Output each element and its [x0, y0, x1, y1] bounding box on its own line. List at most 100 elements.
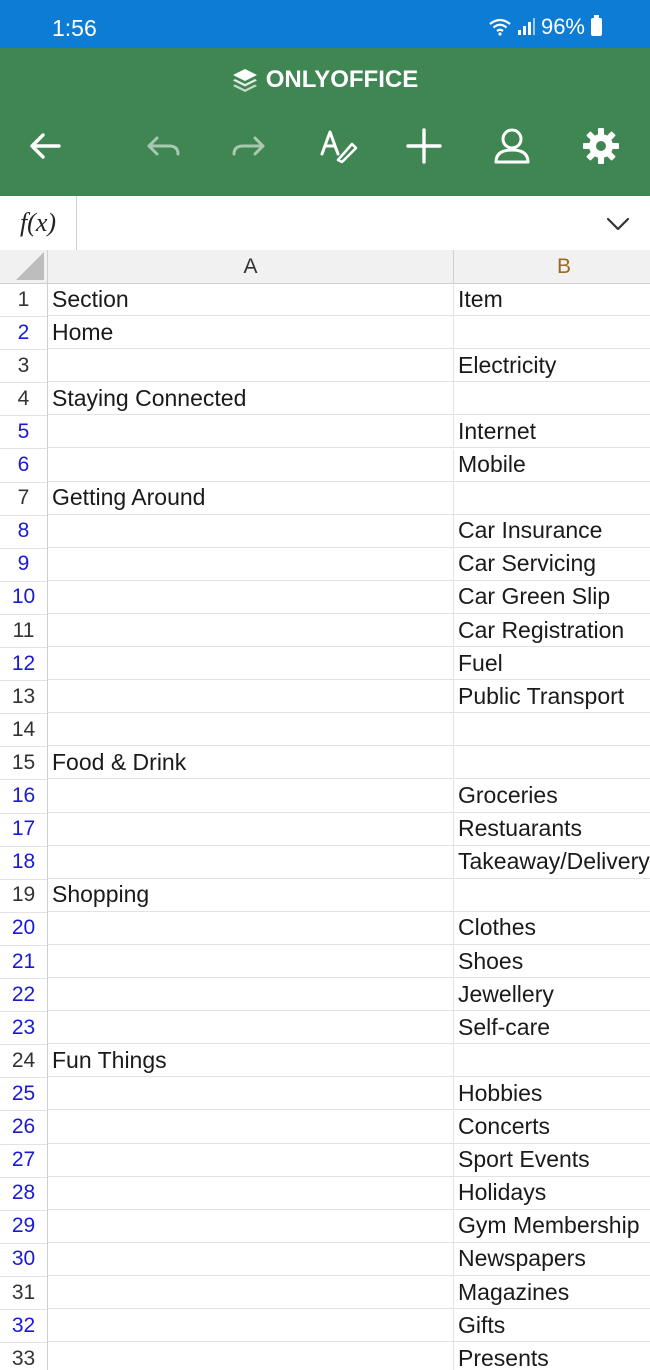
chevron-down-icon[interactable]	[604, 209, 632, 237]
settings-button[interactable]	[575, 120, 627, 172]
cell-b8[interactable]: Car Insurance	[454, 515, 650, 548]
row-header[interactable]: 25	[0, 1077, 48, 1112]
cell-a21[interactable]	[48, 945, 454, 978]
cell-b19[interactable]	[454, 879, 650, 912]
cell-b21[interactable]: Shoes	[454, 945, 650, 978]
redo-button[interactable]	[223, 120, 275, 172]
cell-a24[interactable]: Fun Things	[48, 1044, 454, 1078]
cell-a10[interactable]	[48, 580, 454, 614]
cell-a30[interactable]	[48, 1242, 454, 1276]
row-header[interactable]: 31	[0, 1276, 48, 1310]
row-header[interactable]: 23	[0, 1011, 48, 1046]
row-header[interactable]: 15	[0, 746, 48, 781]
row-header[interactable]: 5	[0, 415, 48, 450]
cell-a9[interactable]	[48, 547, 454, 581]
cell-a5[interactable]	[48, 415, 454, 449]
cell-b23[interactable]: Self-care	[454, 1011, 650, 1045]
row-header[interactable]: 4	[0, 382, 48, 417]
row-header[interactable]: 3	[0, 349, 48, 384]
row-header[interactable]: 13	[0, 680, 48, 715]
cell-b26[interactable]: Concerts	[454, 1111, 650, 1144]
cell-a16[interactable]	[48, 779, 454, 813]
cell-b14[interactable]	[454, 713, 650, 747]
row-header[interactable]: 14	[0, 713, 48, 748]
column-header-b[interactable]: B	[454, 250, 650, 284]
cell-a12[interactable]	[48, 647, 454, 681]
row-header[interactable]: 26	[0, 1110, 48, 1145]
cell-b33[interactable]: Presents	[454, 1342, 650, 1370]
cell-b29[interactable]: Gym Membership	[454, 1210, 650, 1243]
cell-b17[interactable]: Restuarants	[454, 813, 650, 846]
cell-a13[interactable]	[48, 680, 454, 714]
cell-a29[interactable]	[48, 1209, 454, 1243]
undo-button[interactable]	[137, 120, 189, 172]
row-header[interactable]: 2	[0, 316, 48, 351]
cell-b12[interactable]: Fuel	[454, 647, 650, 681]
row-header[interactable]: 17	[0, 812, 48, 847]
cell-a33[interactable]	[48, 1342, 454, 1370]
cell-b2[interactable]	[454, 316, 650, 350]
row-header[interactable]: 6	[0, 448, 48, 483]
row-header[interactable]: 29	[0, 1209, 48, 1244]
row-header[interactable]: 20	[0, 911, 48, 946]
cell-b18[interactable]: Takeaway/Delivery	[454, 846, 650, 879]
row-header[interactable]: 7	[0, 481, 48, 516]
cell-b20[interactable]: Clothes	[454, 912, 650, 945]
cell-b6[interactable]: Mobile	[454, 449, 650, 482]
row-header[interactable]: 9	[0, 547, 48, 582]
cell-b16[interactable]: Groceries	[454, 780, 650, 813]
cell-b27[interactable]: Sport Events	[454, 1144, 650, 1177]
add-button[interactable]	[398, 120, 450, 172]
row-header[interactable]: 33	[0, 1342, 48, 1370]
cell-b1[interactable]: Item	[454, 283, 650, 316]
cell-a4[interactable]: Staying Connected	[48, 382, 454, 416]
select-all-corner[interactable]	[0, 250, 48, 284]
column-header-a[interactable]: A	[48, 250, 454, 284]
back-button[interactable]	[19, 120, 71, 172]
row-header[interactable]: 22	[0, 978, 48, 1013]
cell-a3[interactable]	[48, 349, 454, 383]
cell-a7[interactable]: Getting Around	[48, 481, 454, 515]
cell-a8[interactable]	[48, 514, 454, 548]
row-header[interactable]: 19	[0, 878, 48, 913]
cell-b11[interactable]: Car Registration	[454, 614, 650, 647]
cell-b24[interactable]	[454, 1044, 650, 1078]
row-header[interactable]: 10	[0, 580, 48, 615]
cell-a2[interactable]: Home	[48, 316, 454, 350]
cell-b5[interactable]: Internet	[454, 415, 650, 449]
row-header[interactable]: 8	[0, 514, 48, 549]
function-label[interactable]: f(x)	[0, 196, 77, 250]
row-header[interactable]: 30	[0, 1242, 48, 1277]
cell-b15[interactable]	[454, 746, 650, 780]
cell-b22[interactable]: Jewellery	[454, 978, 650, 1012]
cell-a1[interactable]: Section	[48, 283, 454, 316]
row-header[interactable]: 12	[0, 647, 48, 682]
row-header[interactable]: 32	[0, 1309, 48, 1344]
cell-a6[interactable]	[48, 448, 454, 482]
cell-a15[interactable]: Food & Drink	[48, 746, 454, 780]
cell-a25[interactable]	[48, 1077, 454, 1111]
cell-b30[interactable]: Newspapers	[454, 1243, 650, 1276]
cell-b9[interactable]: Car Servicing	[454, 548, 650, 581]
row-header[interactable]: 1	[0, 283, 48, 317]
cell-a22[interactable]	[48, 978, 454, 1012]
cell-b4[interactable]	[454, 382, 650, 416]
cell-b13[interactable]: Public Transport	[454, 680, 650, 714]
row-header[interactable]: 11	[0, 614, 48, 648]
cell-b28[interactable]: Holidays	[454, 1177, 650, 1210]
collaboration-button[interactable]	[486, 120, 538, 172]
cell-a28[interactable]	[48, 1176, 454, 1210]
cell-a14[interactable]	[48, 713, 454, 747]
row-header[interactable]: 28	[0, 1176, 48, 1211]
cell-a31[interactable]	[48, 1276, 454, 1309]
row-header[interactable]: 16	[0, 779, 48, 814]
cell-b32[interactable]: Gifts	[454, 1309, 650, 1343]
cell-a20[interactable]	[48, 911, 454, 945]
cell-a18[interactable]	[48, 845, 454, 879]
text-format-button[interactable]	[312, 120, 364, 172]
cell-a26[interactable]	[48, 1110, 454, 1144]
row-header[interactable]: 24	[0, 1044, 48, 1079]
cell-a23[interactable]	[48, 1011, 454, 1045]
cell-a27[interactable]	[48, 1143, 454, 1177]
cell-a17[interactable]	[48, 812, 454, 846]
